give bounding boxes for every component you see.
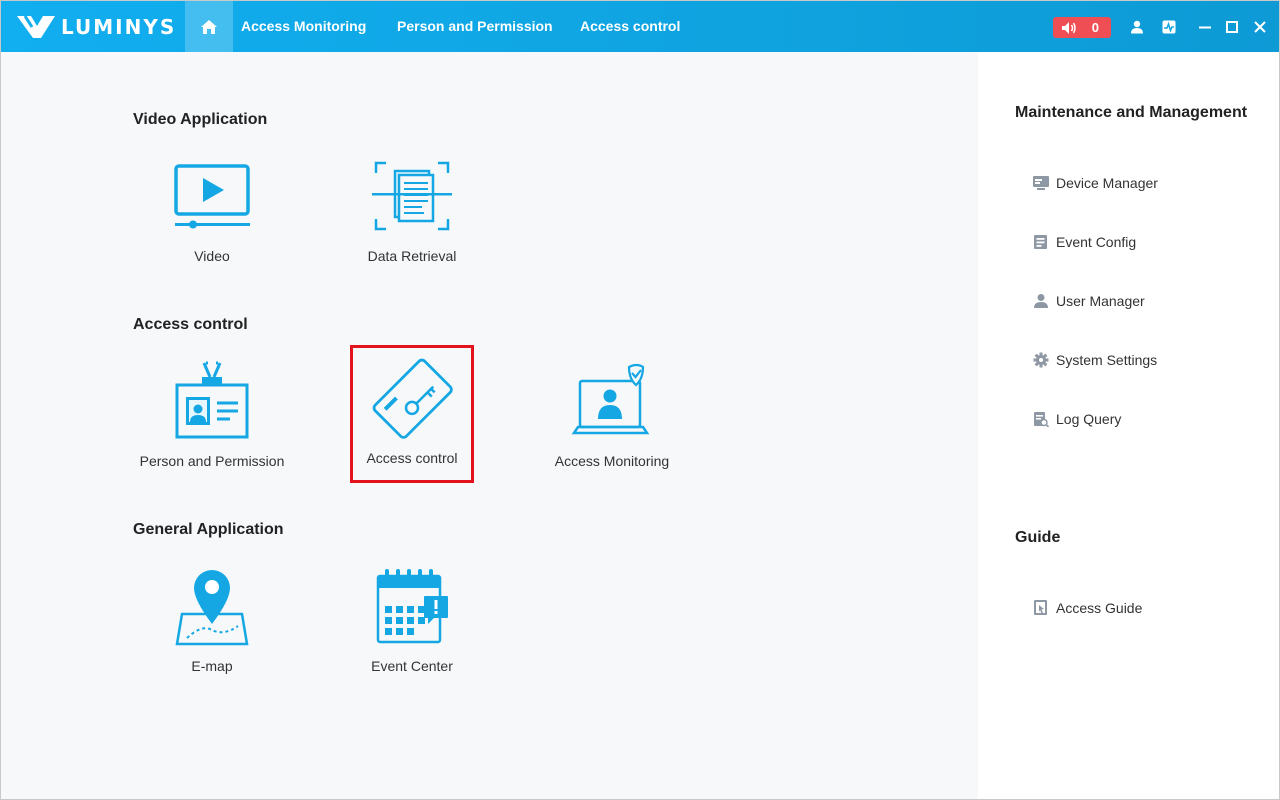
section-title-general-application: General Application xyxy=(133,521,284,538)
app-video[interactable]: Video xyxy=(150,152,274,282)
app-label: Access Monitoring xyxy=(554,453,670,469)
log-query-icon xyxy=(1034,412,1050,427)
main-content: Video Application Video Data Retrieval A… xyxy=(2,52,978,799)
app-event-center[interactable]: Event Center xyxy=(350,562,474,692)
maintenance-title: Maintenance and Management xyxy=(1015,104,1248,121)
app-label: Data Retrieval xyxy=(367,248,457,264)
alarm-count: 0 xyxy=(1091,20,1099,35)
app-access-control[interactable]: Access control xyxy=(350,345,474,483)
video-icon xyxy=(174,164,250,229)
side-item-access-guide[interactable]: Access Guide xyxy=(1032,597,1142,619)
app-label: Video xyxy=(194,248,230,264)
gear-icon xyxy=(1033,352,1049,368)
side-item-label: Log Query xyxy=(1056,411,1122,427)
section-title-video-application: Video Application xyxy=(133,111,268,128)
app-person-and-permission[interactable]: Person and Permission xyxy=(140,357,284,487)
side-item-event-config[interactable]: Event Config xyxy=(1032,231,1136,253)
app-window: LUMINYS Access Monitoring Person and Per… xyxy=(0,0,1280,800)
app-label: Access control xyxy=(366,450,458,466)
side-panel: Maintenance and Management Device Manage… xyxy=(978,52,1279,799)
home-icon xyxy=(201,19,217,34)
close-icon xyxy=(1254,21,1266,33)
side-item-label: Event Config xyxy=(1056,234,1137,250)
app-label: Person and Permission xyxy=(139,453,285,469)
minimize-icon xyxy=(1199,26,1211,29)
brand-name: LUMINYS xyxy=(61,15,177,39)
logo-mark-icon xyxy=(17,15,55,38)
side-item-label: Device Manager xyxy=(1056,175,1158,191)
event-config-icon xyxy=(1034,235,1047,249)
alarm-button[interactable]: 0 xyxy=(1053,17,1111,38)
monitor-button[interactable] xyxy=(1159,17,1179,37)
speaker-icon xyxy=(1062,21,1076,34)
logo: LUMINYS xyxy=(15,13,176,41)
app-e-map[interactable]: E-map xyxy=(150,562,274,692)
side-item-log-query[interactable]: Log Query xyxy=(1032,408,1121,430)
app-label: Event Center xyxy=(371,658,453,674)
app-label: E-map xyxy=(191,658,233,674)
event-calendar-alert-icon xyxy=(376,569,448,644)
activity-monitor-icon xyxy=(1162,20,1176,34)
close-button[interactable] xyxy=(1250,17,1270,37)
user-icon xyxy=(1131,20,1143,34)
side-item-system-settings[interactable]: System Settings xyxy=(1032,349,1157,371)
monitoring-laptop-icon xyxy=(571,363,650,435)
user-manager-icon xyxy=(1034,294,1048,308)
access-guide-icon xyxy=(1034,600,1047,615)
side-item-user-manager[interactable]: User Manager xyxy=(1032,290,1145,312)
user-button[interactable] xyxy=(1127,17,1147,37)
side-item-label: User Manager xyxy=(1056,293,1145,309)
side-item-label: System Settings xyxy=(1056,352,1158,368)
section-title-access-control: Access control xyxy=(133,316,248,333)
side-item-device-manager[interactable]: Device Manager xyxy=(1032,172,1158,194)
tab-person-and-permission[interactable]: Person and Permission xyxy=(397,1,553,52)
tab-access-monitoring[interactable]: Access Monitoring xyxy=(241,1,366,52)
data-retrieval-icon xyxy=(372,161,452,231)
access-card-key-icon xyxy=(372,358,453,439)
id-badge-icon xyxy=(175,361,249,439)
minimize-button[interactable] xyxy=(1195,17,1215,37)
maximize-button[interactable] xyxy=(1222,17,1242,37)
maximize-icon xyxy=(1226,21,1238,33)
app-data-retrieval[interactable]: Data Retrieval xyxy=(350,152,474,282)
map-pin-icon xyxy=(175,570,249,646)
tab-access-control[interactable]: Access control xyxy=(580,1,680,52)
home-tab[interactable] xyxy=(185,1,233,52)
guide-title: Guide xyxy=(1015,529,1061,546)
side-item-label: Access Guide xyxy=(1056,600,1143,616)
top-bar: LUMINYS Access Monitoring Person and Per… xyxy=(1,1,1279,52)
device-manager-icon xyxy=(1033,176,1049,190)
app-access-monitoring[interactable]: Access Monitoring xyxy=(550,357,674,487)
